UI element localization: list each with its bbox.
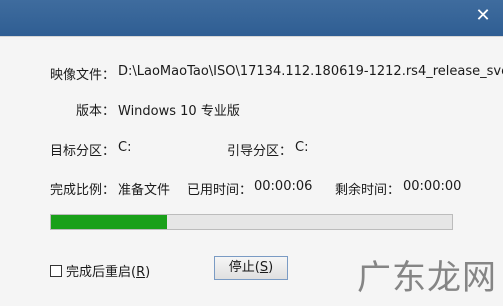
image-file-label: 映像文件： [50, 68, 116, 83]
elapsed-time-label: 已用时间： [187, 183, 253, 198]
version-value: Windows 10 专业版 [118, 104, 240, 119]
boot-partition-value: C: [295, 140, 309, 155]
progress-bar-fill [51, 215, 167, 229]
completion-label: 完成比例： [50, 183, 116, 198]
version-label: 版本： [76, 104, 116, 119]
elapsed-time-value: 00:00:06 [254, 179, 313, 194]
close-button[interactable]: ✕ [469, 4, 497, 28]
target-partition-value: C: [118, 140, 132, 155]
remaining-time-value: 00:00:00 [403, 179, 462, 194]
watermark-logo: 广东龙网 [357, 258, 497, 298]
target-partition-label: 目标分区： [50, 144, 116, 159]
stop-button[interactable]: 停止(S) [214, 256, 288, 280]
title-bar: ✕ [0, 0, 503, 36]
restart-checkbox-label: 完成后重启(R) [66, 265, 151, 280]
progress-bar [50, 214, 453, 230]
close-icon: ✕ [475, 5, 491, 26]
checkbox-box[interactable] [50, 264, 62, 277]
remaining-time-label: 剩余时间： [335, 183, 401, 198]
completion-status: 准备文件 [118, 183, 171, 198]
boot-partition-label: 引导分区： [227, 144, 293, 159]
image-file-path: D:\LaoMaoTao\ISO\17134.112.180619-1212.r… [118, 64, 503, 79]
restart-after-complete-checkbox[interactable]: 完成后重启(R) [50, 261, 150, 280]
